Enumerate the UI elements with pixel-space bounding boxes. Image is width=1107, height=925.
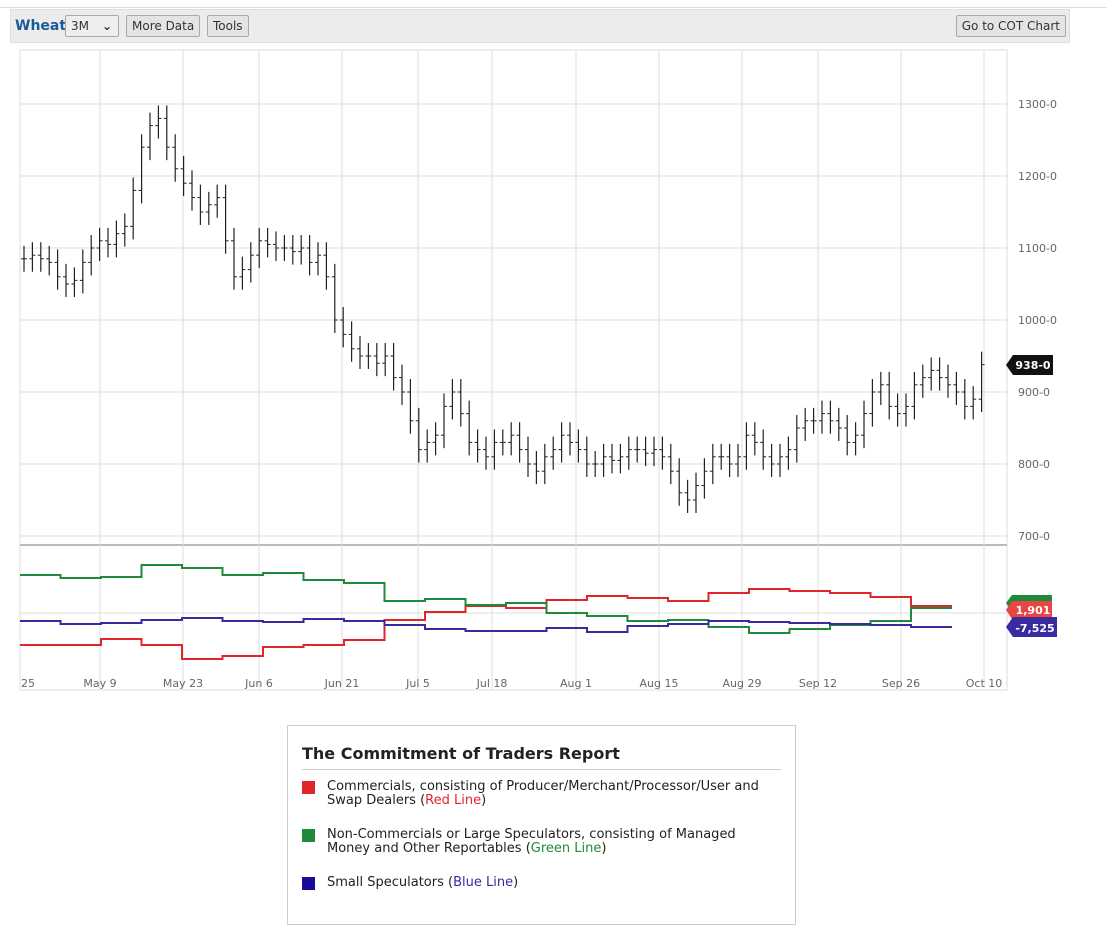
y-tick-label: 1200-0 xyxy=(1018,170,1057,183)
x-tick-label: Jun 6 xyxy=(244,677,273,690)
legend-tag: Red Line xyxy=(425,793,482,808)
x-tick-label: Aug 1 xyxy=(560,677,592,690)
blue-swatch xyxy=(302,877,315,890)
legend-end: ) xyxy=(513,875,519,890)
legend-item-small-speculators: Small Speculators (Blue Line) xyxy=(302,876,781,890)
x-tick-label: Sep 26 xyxy=(882,677,920,690)
x-tick-label: Jul 5 xyxy=(405,677,430,690)
x-tick-label: Jul 18 xyxy=(476,677,508,690)
legend-title: The Commitment of Traders Report xyxy=(302,744,781,770)
legend-tag: Blue Line xyxy=(453,875,514,890)
x-tick-label: May 23 xyxy=(163,677,203,690)
price-chart[interactable]: 1300-0 1200-0 1100-0 1000-0 900-0 800-0 700-0 2… xyxy=(0,0,1107,720)
x-tick-label: Oct 10 xyxy=(966,677,1003,690)
x-tick-label: May 9 xyxy=(83,677,116,690)
legend-item-noncommercials: Non-Commercials or Large Speculators, co… xyxy=(302,828,781,856)
legend-tag: Green Line xyxy=(530,841,602,856)
y-tick-label: 1300-0 xyxy=(1018,98,1057,111)
cot-tags: 1,901 -7,525 xyxy=(1006,595,1057,637)
green-swatch xyxy=(302,829,315,842)
y-tick-label: 700-0 xyxy=(1018,530,1050,543)
cot-legend: The Commitment of Traders Report Commerc… xyxy=(287,725,796,925)
y-tick-label: 900-0 xyxy=(1018,386,1050,399)
y-tick-label: 800-0 xyxy=(1018,458,1050,471)
x-tick-label: Aug 29 xyxy=(723,677,762,690)
blue-value-label: -7,525 xyxy=(1015,622,1054,635)
legend-item-commercials: Commercials, consisting of Producer/Merc… xyxy=(302,780,781,808)
last-price-label: 938-0 xyxy=(1015,359,1051,372)
red-value-label: 1,901 xyxy=(1016,604,1051,617)
legend-text: Small Speculators ( xyxy=(327,875,454,890)
last-price-tag: 938-0 xyxy=(1006,355,1053,375)
legend-end: ) xyxy=(601,841,607,856)
y-tick-label: 1100-0 xyxy=(1018,242,1057,255)
x-tick-label: Sep 12 xyxy=(799,677,837,690)
y-tick-label: 1000-0 xyxy=(1018,314,1057,327)
legend-end: ) xyxy=(481,793,487,808)
x-tick-label: 25 xyxy=(21,677,35,690)
x-tick-label: Jun 21 xyxy=(324,677,360,690)
legend-text: Commercials, consisting of Producer/Merc… xyxy=(327,779,759,808)
x-tick-label: Aug 15 xyxy=(640,677,679,690)
red-swatch xyxy=(302,781,315,794)
